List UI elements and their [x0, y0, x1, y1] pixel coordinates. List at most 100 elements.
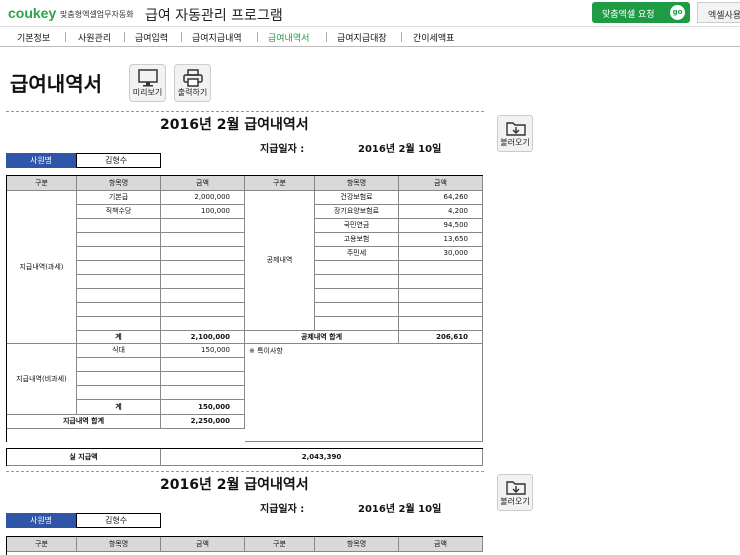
- nav-separator: [401, 32, 402, 42]
- table-cell[interactable]: [399, 303, 483, 317]
- employee-label: 사원명: [6, 153, 76, 168]
- nontaxable-label: 지급내역(비과세): [7, 344, 77, 415]
- table-cell[interactable]: [161, 247, 245, 261]
- nav-item-employee[interactable]: 사원관리: [78, 31, 111, 44]
- page-title: 급여내역서: [10, 72, 102, 96]
- load-button[interactable]: 불러오기: [497, 474, 533, 511]
- logo-subtitle: 맞춤형엑셀업무자동화: [60, 10, 134, 19]
- net-pay-row: 실 지급액 2,043,390: [6, 448, 483, 466]
- table-cell[interactable]: 64,260: [399, 191, 483, 205]
- table-cell[interactable]: [399, 261, 483, 275]
- notes-area[interactable]: ※ 특이사항: [245, 344, 483, 442]
- go-badge: go: [670, 5, 685, 20]
- table-cell[interactable]: [77, 261, 161, 275]
- table-cell[interactable]: [77, 275, 161, 289]
- nav-item-basic-info[interactable]: 기본정보: [17, 31, 50, 44]
- nav-item-pay-input[interactable]: 급여입력: [135, 31, 168, 44]
- column-header: 구분: [7, 176, 77, 191]
- logo: coukey: [8, 5, 57, 21]
- table-cell[interactable]: [315, 317, 399, 331]
- column-header: 항목명: [315, 537, 399, 552]
- page-separator: [6, 471, 484, 472]
- deduction-total: 206,610: [399, 331, 483, 344]
- table-cell[interactable]: 직책수당: [77, 205, 161, 219]
- table-cell[interactable]: [161, 372, 245, 386]
- page-separator: [6, 111, 484, 112]
- table-cell[interactable]: 4,200: [399, 205, 483, 219]
- table-cell[interactable]: 주민세: [315, 247, 399, 261]
- nav-separator: [326, 32, 327, 42]
- table-cell[interactable]: [77, 247, 161, 261]
- table-cell[interactable]: 30,000: [399, 247, 483, 261]
- table-cell[interactable]: [315, 303, 399, 317]
- nav-separator: [257, 32, 258, 42]
- table-cell[interactable]: [161, 289, 245, 303]
- table-cell[interactable]: [77, 303, 161, 317]
- employee-name[interactable]: 김형수: [76, 153, 161, 168]
- table-cell[interactable]: [161, 303, 245, 317]
- table-cell[interactable]: 2,000,000: [161, 191, 245, 205]
- load-label: 불러오기: [500, 497, 530, 506]
- table-cell[interactable]: [161, 386, 245, 400]
- preview-label: 미리보기: [132, 88, 163, 97]
- employee-name[interactable]: 김형수: [76, 513, 161, 528]
- table-cell[interactable]: [161, 233, 245, 247]
- pay-total-label: 지급내역 합계: [7, 415, 161, 429]
- preview-button[interactable]: 미리보기: [129, 64, 166, 102]
- column-header: 항목명: [315, 176, 399, 191]
- nav-separator: [65, 32, 66, 42]
- nav-item-pay-slip[interactable]: 급여내역서: [268, 31, 309, 44]
- nav-item-pay-ledger[interactable]: 급여지급대장: [337, 31, 387, 44]
- nav-item-tax-table[interactable]: 간이세액표: [413, 31, 454, 44]
- pay-date-label: 지급일자 :: [260, 144, 305, 155]
- table-cell[interactable]: [399, 275, 483, 289]
- print-label: 출력하기: [177, 88, 208, 97]
- table-cell[interactable]: [77, 289, 161, 303]
- table-cell[interactable]: 100,000: [161, 205, 245, 219]
- table-cell[interactable]: [77, 372, 161, 386]
- table-cell[interactable]: [315, 289, 399, 303]
- load-button[interactable]: 불러오기: [497, 115, 533, 152]
- slip-title: 2016년 2월 급여내역서: [160, 477, 309, 493]
- table-cell[interactable]: 식대: [77, 344, 161, 358]
- table-cell[interactable]: [77, 317, 161, 331]
- column-header: 항목명: [77, 537, 161, 552]
- column-header: 구분: [7, 537, 77, 552]
- printer-icon: [183, 69, 203, 87]
- print-button[interactable]: 출력하기: [174, 64, 211, 102]
- table-cell[interactable]: [77, 219, 161, 233]
- table-cell[interactable]: 건강보험료: [315, 191, 399, 205]
- table-cell[interactable]: 13,650: [399, 233, 483, 247]
- table-cell[interactable]: [77, 358, 161, 372]
- table-cell[interactable]: [315, 261, 399, 275]
- nav-item-pay-history[interactable]: 급여지급내역: [192, 31, 242, 44]
- table-cell[interactable]: [77, 233, 161, 247]
- table-cell[interactable]: [399, 317, 483, 331]
- table-cell[interactable]: [161, 261, 245, 275]
- top-bar: coukey 맞춤형엑셀업무자동화 급여 자동관리 프로그램 맞춤엑셀 요청 g…: [0, 0, 740, 27]
- pay-date-value: 2016년 2월 10일: [358, 144, 442, 155]
- taxable-total: 2,100,000: [161, 331, 245, 344]
- main-nav: 기본정보 사원관리 급여입력 급여지급내역 급여내역서 급여지급대장 간이세액표: [0, 27, 740, 47]
- table-cell[interactable]: [161, 219, 245, 233]
- table-cell[interactable]: [77, 386, 161, 400]
- table-cell[interactable]: [161, 275, 245, 289]
- table-cell[interactable]: [161, 358, 245, 372]
- table-cell[interactable]: 국민연금: [315, 219, 399, 233]
- table-cell[interactable]: 고용보험: [315, 233, 399, 247]
- custom-request-button[interactable]: 맞춤엑셀 요청 go: [592, 2, 690, 23]
- table-cell[interactable]: 94,500: [399, 219, 483, 233]
- deduction-label: 공제내역: [245, 191, 315, 331]
- pay-date-label: 지급일자 :: [260, 504, 305, 515]
- pay-date-value: 2016년 2월 10일: [358, 504, 442, 515]
- table-cell[interactable]: 기본급: [77, 191, 161, 205]
- table-cell[interactable]: 150,000: [161, 344, 245, 358]
- excel-usage-button[interactable]: 엑셀사용: [697, 2, 740, 23]
- table-cell[interactable]: [161, 317, 245, 331]
- table-cell[interactable]: [315, 275, 399, 289]
- app-title: 급여 자동관리 프로그램: [145, 8, 283, 24]
- deduction-total-label: 공제내역 합계: [245, 331, 399, 344]
- table-cell[interactable]: [399, 289, 483, 303]
- column-header: 구분: [245, 176, 315, 191]
- table-cell[interactable]: 장기요양보험료: [315, 205, 399, 219]
